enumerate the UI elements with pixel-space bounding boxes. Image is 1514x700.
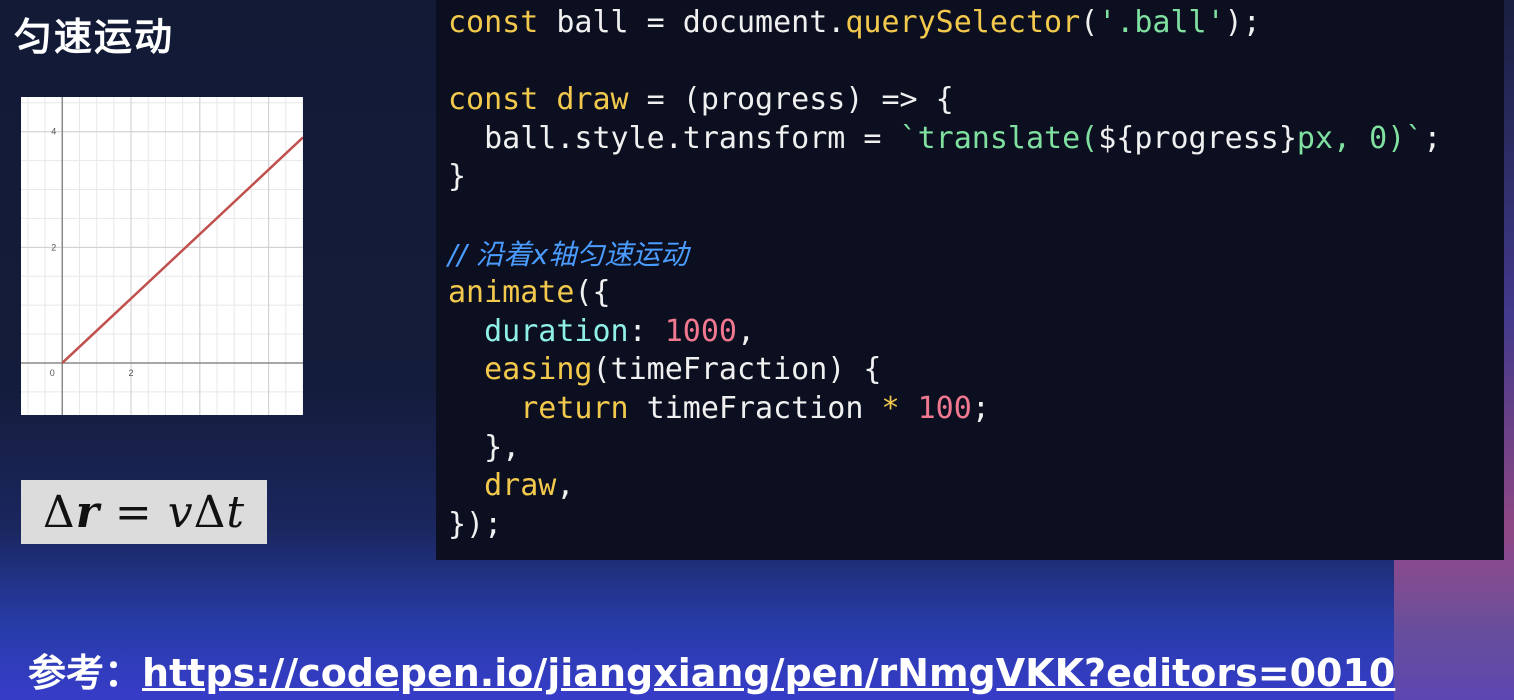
formula-t: t [226,486,246,538]
reference-link[interactable]: https://codepen.io/jiangxiang/pen/rNmgVK… [142,651,1395,695]
y-tick-label: 2 [51,242,56,252]
code-line-14: }); [448,506,503,542]
formula-v: v [167,486,194,538]
code-line-4: ball.style.transform = `translate(${prog… [448,120,1442,156]
code-line-10: easing(timeFraction) { [448,352,882,388]
code-block: const ball = document.querySelector('.ba… [448,4,1441,544]
code-panel: const ball = document.querySelector('.ba… [436,0,1504,560]
code-line-5: } [448,159,467,195]
x-tick-label: 2 [129,368,134,378]
code-comment: // 沿着x轴匀速运动 [448,237,689,271]
y-tick-label: 4 [51,127,56,137]
reference-label: 参考： [28,651,143,695]
formula-r: r [75,486,100,538]
x-tick-label: 0 [50,368,55,378]
code-line-13: draw, [448,468,575,504]
formula-delta-t-symbol: Δ [193,486,227,538]
code-line-7: // 沿着x轴匀速运动 [448,236,1441,275]
motion-graph-svg: 0 2 2 4 [21,97,303,415]
code-line-3: const draw = (progress) => { [448,82,954,118]
motion-graph: 0 2 2 4 [21,97,303,415]
code-line-12: }, [448,429,521,465]
code-line-1: const ball = document.querySelector('.ba… [448,5,1261,40]
formula-delta-r-symbol: Δ [42,486,76,538]
formula: Δr = vΔt [43,487,245,538]
code-line-11: return timeFraction * 100; [448,390,990,426]
reference-line: 参考：https://codepen.io/jiangxiang/pen/rNm… [28,642,1395,697]
formula-panel: Δr = vΔt [21,480,267,544]
formula-equals: = [99,486,168,538]
slide-title: 匀速运动 [14,15,175,59]
code-line-8: animate({ [448,275,611,311]
code-line-9: duration: 1000, [448,313,756,349]
